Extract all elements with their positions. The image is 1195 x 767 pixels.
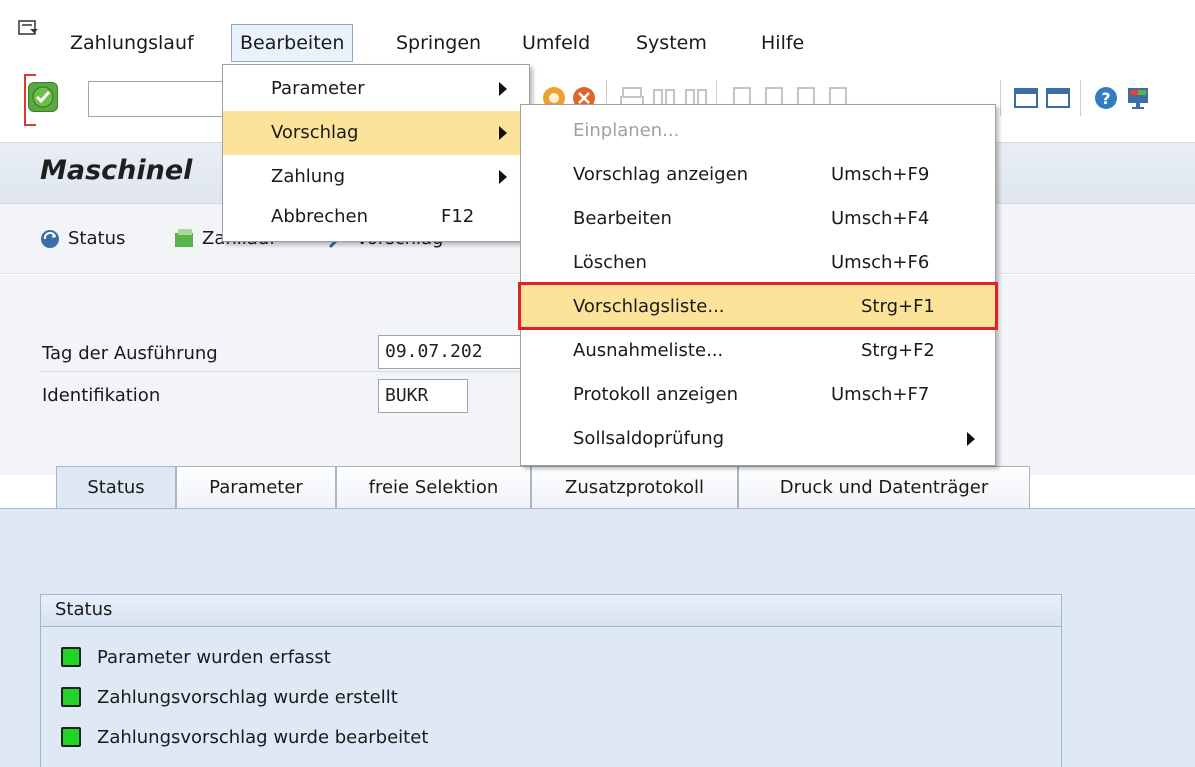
toolbar-separator — [1000, 80, 1001, 116]
status-row: Parameter wurden erfasst — [61, 643, 331, 673]
command-field[interactable] — [88, 81, 238, 117]
menu-item-label: Parameter — [271, 78, 365, 99]
menu-item-label: Bearbeiten — [573, 208, 672, 229]
tab-parameter[interactable]: Parameter — [176, 466, 336, 510]
green-led-icon — [61, 686, 81, 707]
status-row-text: Parameter wurden erfasst — [97, 647, 331, 668]
menu-item-label: Vorschlagsliste... — [573, 296, 725, 317]
menu-item-label: Löschen — [573, 252, 647, 273]
menu-umfeld[interactable]: Umfeld — [522, 26, 590, 60]
tab-status[interactable]: Status — [56, 466, 176, 510]
execution-date-label: Tag der Ausführung — [42, 343, 218, 364]
help-icon[interactable]: ? — [1092, 84, 1120, 112]
status-button[interactable]: Status — [38, 226, 125, 252]
checkmark-icon — [32, 86, 54, 108]
menu-bearbeiten[interactable]: Bearbeiten — [231, 24, 354, 62]
menu-item-ausnahmeliste[interactable]: Ausnahmeliste... Strg+F2 — [521, 329, 995, 373]
menu-item-label: Protokoll anzeigen — [573, 384, 739, 405]
status-row-text: Zahlungsvorschlag wurde erstellt — [97, 687, 398, 708]
menu-bar: Zahlungslauf Bearbeiten Springen Umfeld … — [0, 0, 1195, 66]
green-led-icon — [61, 726, 81, 747]
green-led-icon — [61, 646, 81, 667]
create-session-icon[interactable] — [1012, 84, 1040, 112]
customize-layout-icon[interactable] — [1124, 84, 1152, 112]
submenu-arrow-icon — [499, 170, 507, 184]
identification-label: Identifikation — [42, 385, 161, 406]
bearbeiten-menu: Parameter Vorschlag Zahlung Abbrechen F1… — [222, 64, 530, 242]
status-row: Zahlungsvorschlag wurde bearbeitet — [61, 723, 428, 753]
menu-item-shortcut: F12 — [441, 206, 475, 227]
tab-zusatzprotokoll[interactable]: Zusatzprotokoll — [531, 466, 738, 510]
menu-item-shortcut: Umsch+F6 — [831, 252, 930, 273]
menu-system[interactable]: System — [636, 26, 707, 60]
menu-item-protokoll-anzeigen[interactable]: Protokoll anzeigen Umsch+F7 — [521, 373, 995, 417]
menu-toggle-icon[interactable] — [18, 20, 40, 38]
status-row-text: Zahlungsvorschlag wurde bearbeitet — [97, 727, 429, 748]
menu-springen[interactable]: Springen — [396, 26, 481, 60]
status-row: Zahlungsvorschlag wurde erstellt — [61, 683, 398, 713]
page-title: Maschinel — [40, 155, 193, 186]
menu-hilfe[interactable]: Hilfe — [761, 26, 804, 60]
menu-item-shortcut: Umsch+F9 — [831, 164, 930, 185]
menu-item-bearbeiten[interactable]: Bearbeiten Umsch+F4 — [521, 197, 995, 241]
payment-run-icon — [172, 227, 198, 251]
vorschlag-submenu: Einplanen... Vorschlag anzeigen Umsch+F9… — [520, 104, 996, 466]
execution-date-field[interactable]: 09.07.202 — [378, 335, 528, 369]
status-button-label: Status — [68, 228, 126, 249]
menu-item-label: Vorschlag anzeigen — [573, 164, 749, 185]
menu-item-shortcut: Strg+F2 — [861, 340, 935, 361]
refresh-icon — [38, 227, 64, 251]
submenu-arrow-icon — [499, 126, 507, 140]
menu-item-vorschlag-anzeigen[interactable]: Vorschlag anzeigen Umsch+F9 — [521, 153, 995, 197]
menu-item-shortcut: Umsch+F4 — [831, 208, 930, 229]
menu-item-shortcut: Umsch+F7 — [831, 384, 930, 405]
menu-item-zahlung[interactable]: Zahlung — [223, 155, 529, 199]
menu-item-label: Vorschlag — [271, 122, 359, 143]
tab-druck-und-datentraeger[interactable]: Druck und Datenträger — [738, 466, 1030, 510]
menu-item-einplanen[interactable]: Einplanen... — [521, 109, 995, 153]
menu-item-abbrechen[interactable]: Abbrechen F12 — [223, 195, 529, 239]
label-underline — [40, 371, 520, 372]
tab-strip: Status Parameter freie Selektion Zusatzp… — [0, 466, 1195, 510]
menu-item-label: Zahlung — [271, 166, 346, 187]
status-group: Status Parameter wurden erfasst Zahlungs… — [40, 594, 1062, 767]
toolbar-separator — [1080, 80, 1081, 116]
menu-item-vorschlagsliste[interactable]: Vorschlagsliste... Strg+F1 — [521, 285, 995, 329]
identification-field[interactable]: BUKR — [378, 379, 468, 413]
menu-item-loeschen[interactable]: Löschen Umsch+F6 — [521, 241, 995, 285]
submenu-arrow-icon — [499, 82, 507, 96]
menu-item-label: Ausnahmeliste... — [573, 340, 724, 361]
menu-item-vorschlag[interactable]: Vorschlag — [223, 111, 529, 155]
enter-button[interactable] — [28, 82, 58, 112]
menu-item-label: Einplanen... — [573, 120, 680, 141]
menu-item-shortcut: Strg+F1 — [861, 296, 935, 317]
submenu-arrow-icon — [967, 432, 975, 446]
menu-item-label: Abbrechen — [271, 206, 369, 227]
shortcut-icon[interactable] — [1044, 84, 1072, 112]
status-group-title: Status — [41, 595, 1061, 627]
svg-text:?: ? — [1101, 89, 1110, 108]
menu-zahlungslauf[interactable]: Zahlungslauf — [70, 26, 194, 60]
tab-freie-selektion[interactable]: freie Selektion — [336, 466, 531, 510]
menu-item-parameter[interactable]: Parameter — [223, 67, 529, 111]
menu-item-sollsaldopruefung[interactable]: Sollsaldoprüfung — [521, 417, 995, 461]
menu-item-label: Sollsaldoprüfung — [573, 428, 725, 449]
